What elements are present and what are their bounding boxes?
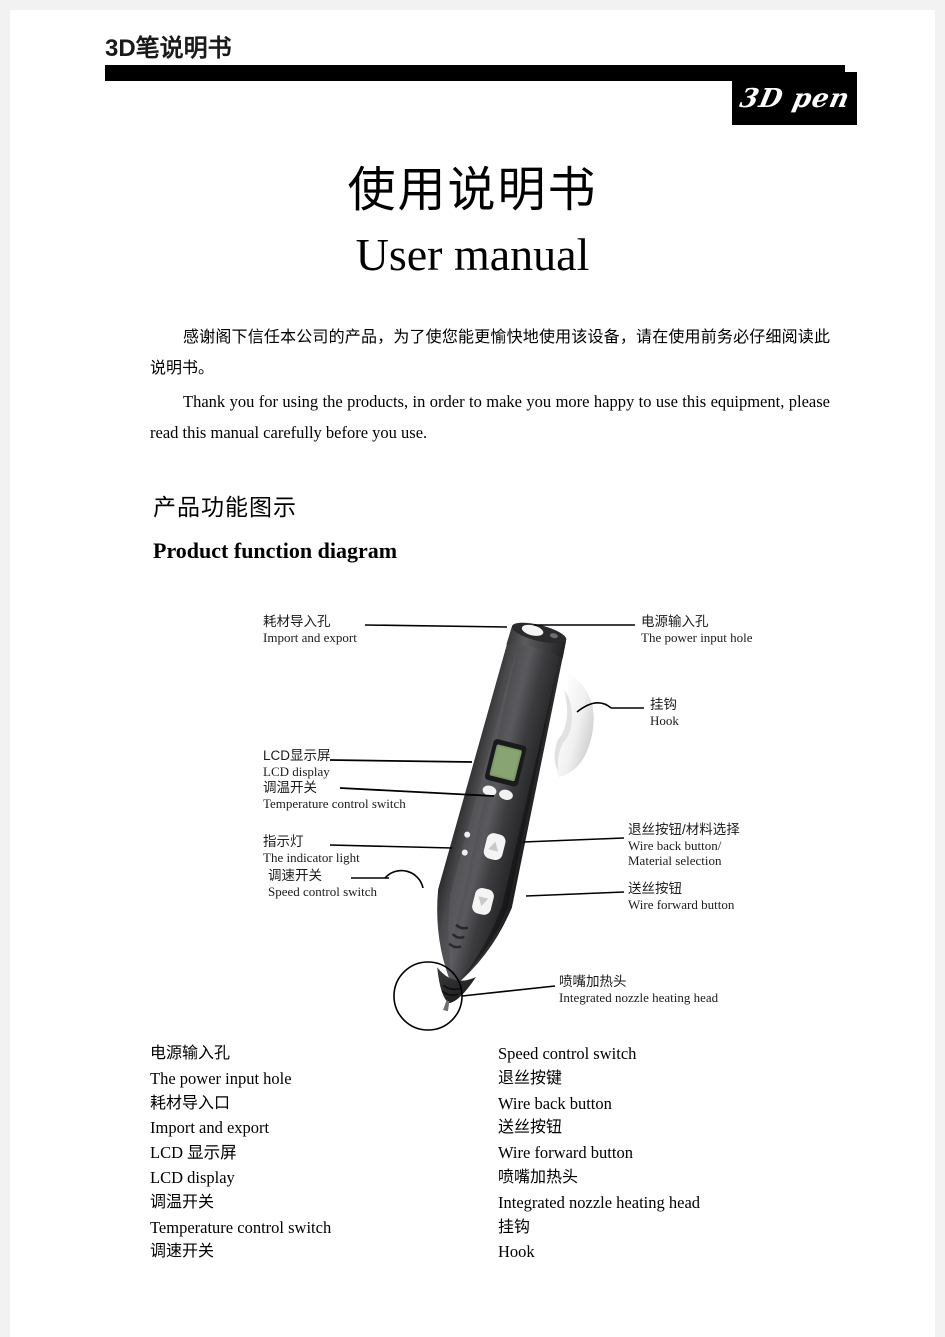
legend-item: LCD 显示屏 bbox=[150, 1143, 237, 1163]
callout-indicator-light: 指示灯 The indicator light bbox=[263, 834, 360, 865]
page-title-cn: 使用说明书 bbox=[347, 164, 598, 217]
parts-legend-left-column: 电源输入孔 The power input hole 耗材导入口 Import … bbox=[150, 1042, 331, 1265]
callout-wire-forward-button: 送丝按钮 Wire forward button bbox=[628, 881, 735, 912]
intro-block: 感谢阁下信任本公司的产品，为了使您能更愉快地使用该设备，请在使用前务必仔细阅读此… bbox=[150, 322, 830, 450]
legend-item: Wire forward button bbox=[498, 1143, 633, 1163]
header-doc-label: 3D笔说明书 bbox=[105, 35, 232, 62]
legend-item: 调速开关 bbox=[150, 1243, 215, 1261]
callout-speed-control-switch: 调速开关 Speed control switch bbox=[268, 868, 378, 899]
parts-legend-right-column: Speed control switch 退丝按键 Wire back butt… bbox=[498, 1042, 700, 1265]
product-function-diagram: 耗材导入孔 Import and export 电源输入孔 The power … bbox=[10, 600, 935, 1050]
legend-item: 调温开关 bbox=[150, 1193, 215, 1211]
page-title-en: User manual bbox=[355, 229, 590, 280]
callout-wire-back-button: 退丝按钮/材料选择 Wire back button/ Material sel… bbox=[628, 822, 740, 868]
callout-lcd-display: LCD显示屏 LCD display bbox=[263, 748, 331, 779]
callout-power-input-hole: 电源输入孔 The power input hole bbox=[641, 614, 753, 645]
brand-logo-text: 3D pen bbox=[736, 83, 853, 114]
callout-nozzle-heating-head: 喷嘴加热头 Integrated nozzle heating head bbox=[559, 974, 719, 1005]
legend-item: LCD display bbox=[150, 1167, 235, 1187]
intro-paragraph-en: Thank you for using the products, in ord… bbox=[150, 392, 830, 442]
section-heading-cn: 产品功能图示 bbox=[153, 495, 297, 520]
legend-item: Wire back button bbox=[498, 1093, 612, 1113]
brand-logo: 3D pen bbox=[732, 72, 857, 125]
intro-paragraph-cn: 感谢阁下信任本公司的产品，为了使您能更愉快地使用该设备，请在使用前务必仔细阅读此… bbox=[150, 329, 830, 377]
diagram-graphics bbox=[329, 622, 644, 1031]
callout-import-export: 耗材导入孔 Import and export bbox=[263, 614, 357, 645]
legend-item: 退丝按键 bbox=[498, 1069, 563, 1087]
legend-item: 送丝按钮 bbox=[498, 1119, 563, 1137]
pen-illustration bbox=[437, 622, 594, 1012]
legend-item: 耗材导入口 bbox=[150, 1094, 231, 1112]
callout-hook: 挂钩 Hook bbox=[650, 697, 679, 728]
callout-temperature-control-switch: 调温开关 Temperature control switch bbox=[263, 780, 406, 811]
legend-item: 挂钩 bbox=[498, 1218, 531, 1236]
legend-item: Temperature control switch bbox=[150, 1217, 332, 1237]
legend-item: Integrated nozzle heating head bbox=[498, 1192, 701, 1212]
legend-item: Speed control switch bbox=[498, 1044, 637, 1063]
legend-item: Import and export bbox=[150, 1118, 270, 1138]
legend-item: Hook bbox=[498, 1242, 535, 1262]
legend-item: The power input hole bbox=[150, 1068, 292, 1088]
legend-item: 电源输入孔 bbox=[150, 1045, 231, 1062]
legend-item: 喷嘴加热头 bbox=[498, 1168, 579, 1186]
document-page: 3D笔说明书 3D pen 使用说明书 User manual 感谢阁下信任本公… bbox=[10, 10, 935, 1337]
section-heading-en: Product function diagram bbox=[153, 538, 398, 563]
